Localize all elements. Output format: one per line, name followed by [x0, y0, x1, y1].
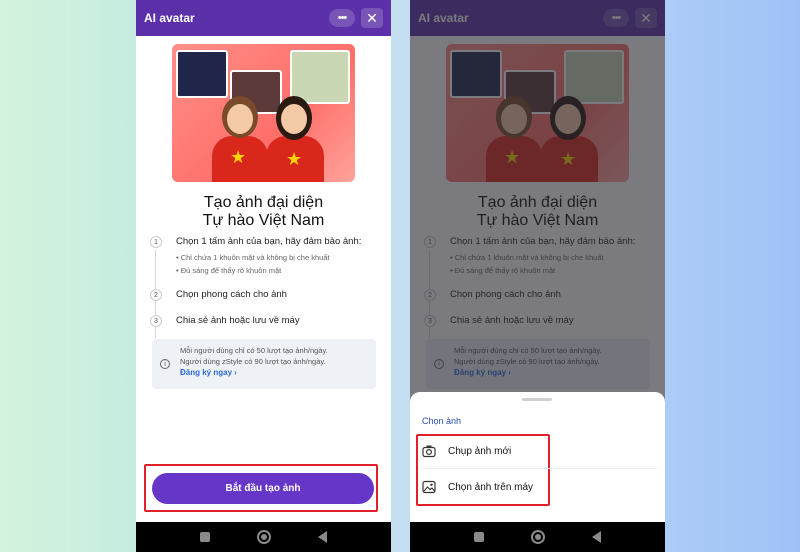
step-number: 1 — [150, 236, 162, 248]
notice-line-2: Người dùng zStyle có 90 lượt tạo ảnh/ngà… — [180, 357, 326, 366]
app-header: AI avatar ••• ✕ — [136, 0, 391, 36]
title-line-1: Tạo ảnh đại diện — [203, 194, 324, 211]
phone-screen-right: AI avatar ••• ✕ ★ ★ Tạo ảnh đại diện Tự … — [410, 0, 665, 552]
register-link-label[interactable]: Đăng ký ngay — [180, 368, 232, 377]
take-new-photo-option[interactable]: Chụp ảnh mới — [422, 444, 511, 458]
step-number: 3 — [150, 315, 162, 327]
close-icon[interactable]: ✕ — [361, 8, 383, 28]
info-icon: i — [160, 359, 170, 369]
chevron-right-icon: › — [234, 368, 237, 377]
more-dots-icon[interactable]: ••• — [329, 9, 355, 27]
sheet-drag-handle[interactable] — [522, 398, 552, 401]
register-link[interactable]: Đăng ký ngay › — [180, 367, 368, 378]
step-1: 1 Chọn 1 tấm ảnh của bạn, hãy đảm bảo ản… — [150, 236, 361, 248]
app-title: AI avatar — [144, 11, 195, 25]
step-bullet: • Chỉ chứa 1 khuôn mặt và không bị che k… — [176, 253, 330, 262]
sample-thumb-fireworks — [176, 50, 228, 98]
flag-star-icon: ★ — [286, 149, 303, 169]
title-line-2: Tự hào Việt Nam — [202, 212, 325, 229]
option-label: Chụp ảnh mới — [448, 445, 512, 457]
step-text: Chọn phong cách cho ảnh — [176, 289, 287, 300]
step-bullet: • Đủ sáng để thấy rõ khuôn mặt — [176, 266, 282, 275]
gallery-icon — [422, 480, 436, 494]
start-create-button[interactable]: Bắt đầu tạo ảnh — [152, 473, 374, 504]
recent-apps-icon[interactable] — [199, 532, 210, 542]
bullet-text: Đủ sáng để thấy rõ khuôn mặt — [180, 266, 282, 275]
flag-star-icon: ★ — [230, 147, 247, 167]
avatar-girl-face — [227, 104, 253, 134]
android-nav-bar — [410, 522, 665, 552]
divider — [422, 468, 657, 469]
home-icon[interactable] — [256, 530, 271, 544]
home-icon[interactable] — [530, 530, 545, 544]
notice-line-1: Mỗi người dùng chỉ có 50 lượt tạo ảnh/ng… — [180, 346, 328, 355]
android-nav-bar — [136, 522, 391, 552]
photo-source-sheet: Chọn ảnh Chụp ảnh mới Chọn ảnh trên máy — [410, 392, 665, 522]
option-label: Chọn ảnh trên máy — [448, 481, 534, 493]
step-text: Chia sẻ ảnh hoặc lưu về máy — [176, 315, 300, 326]
phone-screen-left: AI avatar ••• ✕ ★ ★ Tạo ảnh đại diện Tự … — [136, 0, 391, 552]
page-title: Tạo ảnh đại diện Tự hào Việt Nam — [136, 194, 391, 230]
choose-from-device-option[interactable]: Chọn ảnh trên máy — [422, 480, 533, 494]
step-3: 3 Chia sẻ ảnh hoặc lưu về máy — [150, 315, 300, 327]
back-icon[interactable] — [592, 531, 602, 543]
sheet-title: Chọn ảnh — [422, 416, 462, 426]
avatar-woman-face — [281, 104, 307, 134]
camera-icon — [422, 445, 436, 458]
back-icon[interactable] — [318, 531, 328, 543]
step-text: Chọn 1 tấm ảnh của bạn, hãy đảm bảo ảnh: — [176, 236, 362, 247]
recent-apps-icon[interactable] — [473, 532, 484, 542]
step-number: 2 — [150, 289, 162, 301]
hero-illustration: ★ ★ — [172, 44, 355, 182]
bullet-text: Chỉ chứa 1 khuôn mặt và không bị che khu… — [180, 253, 330, 262]
usage-notice: i Mỗi người dùng chỉ có 50 lượt tạo ảnh/… — [152, 339, 376, 389]
step-2: 2 Chọn phong cách cho ảnh — [150, 289, 287, 301]
